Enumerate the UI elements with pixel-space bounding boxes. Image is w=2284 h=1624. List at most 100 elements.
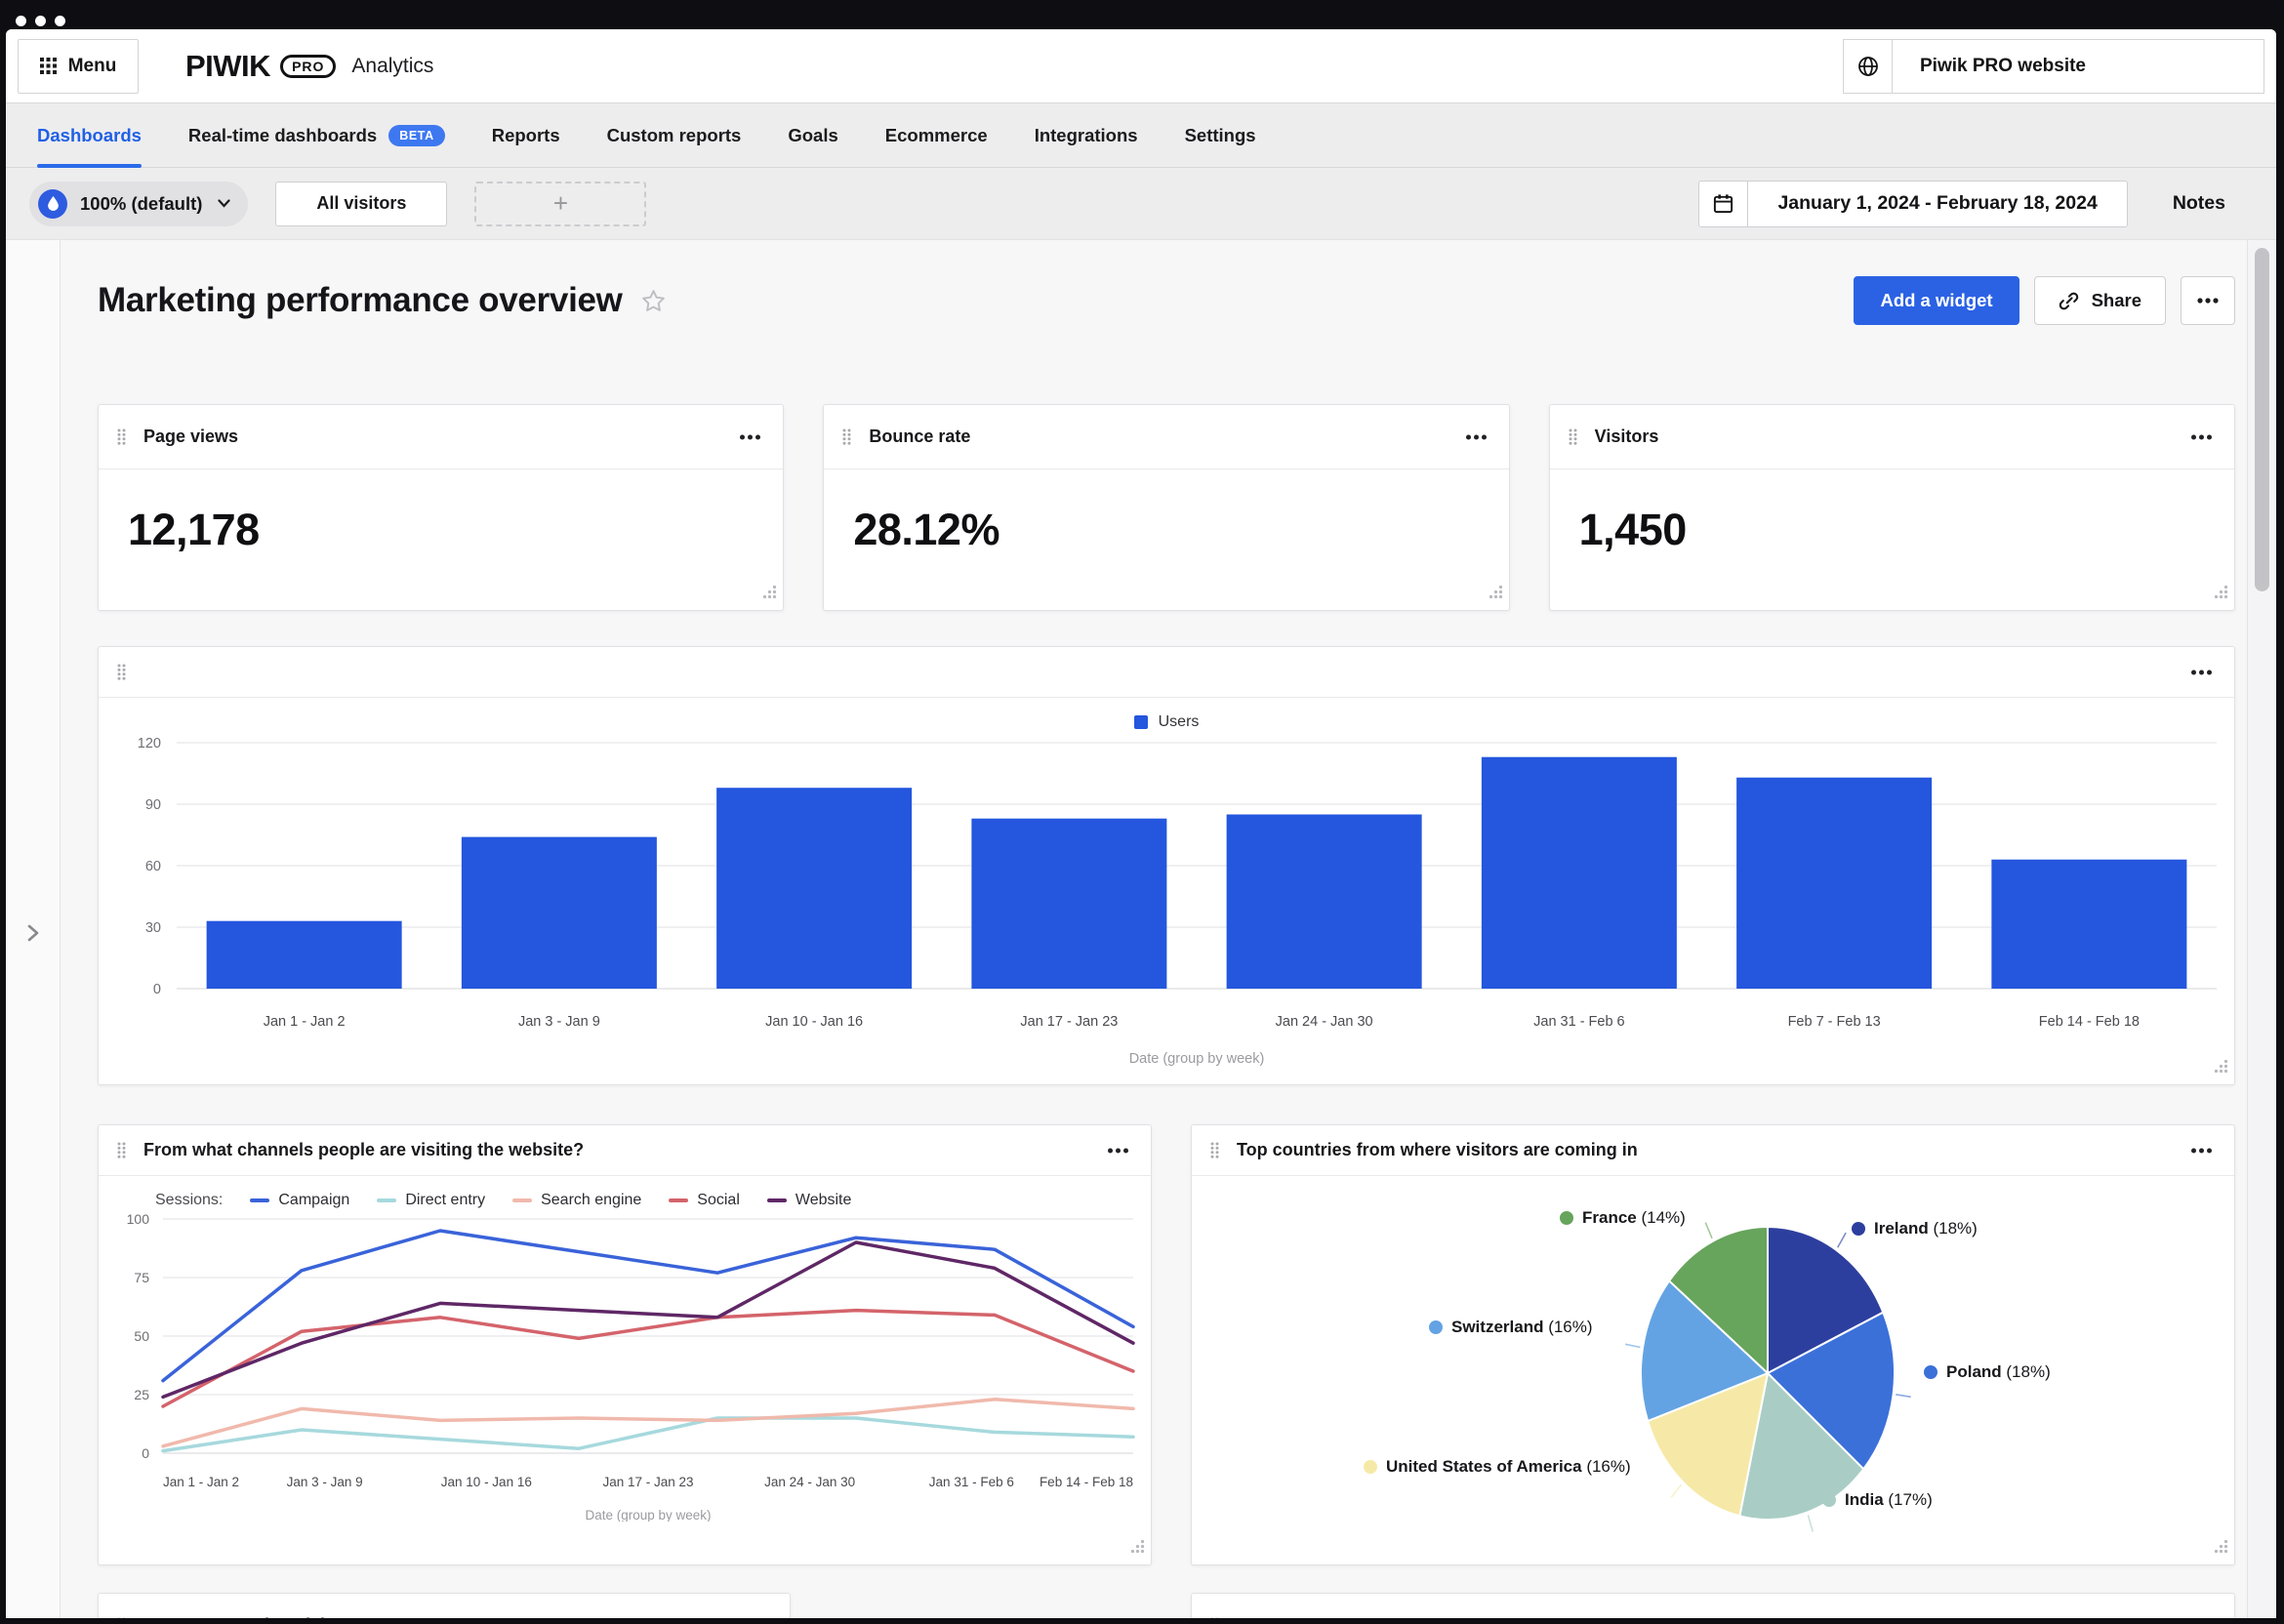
segment-selector[interactable]: 100% (default) — [29, 182, 248, 226]
legend-item-search-engine[interactable]: Search engine — [512, 1192, 641, 1209]
tab-ecommerce[interactable]: Ecommerce — [885, 103, 988, 167]
resize-grip-icon[interactable] — [761, 584, 778, 605]
drag-handle-icon[interactable] — [1209, 1616, 1221, 1619]
beta-badge: BETA — [388, 125, 445, 146]
website-selector[interactable]: Piwik PRO website — [1843, 39, 2264, 94]
kpi-value: 28.12% — [853, 505, 1508, 555]
widget-more-button[interactable] — [742, 1617, 772, 1618]
resize-grip-icon[interactable] — [1129, 1538, 1146, 1560]
resize-grip-icon[interactable] — [2213, 1058, 2229, 1079]
legend-label: Direct entry — [405, 1192, 485, 1209]
resize-grip-icon[interactable] — [2213, 584, 2229, 605]
kpi-row: Page views12,178Bounce rate28.12%Visitor… — [98, 404, 2235, 611]
bottom-widgets-row: New vs. returning visitors — [98, 1593, 2235, 1618]
dashboard-more-button[interactable] — [2181, 276, 2235, 325]
sidebar-rail — [6, 240, 61, 1618]
scrollbar-thumb[interactable] — [2255, 248, 2269, 591]
resize-grip-icon[interactable] — [2213, 1538, 2229, 1560]
tab-goals[interactable]: Goals — [788, 103, 837, 167]
users-bar-chart: 0306090120Jan 1 - Jan 2Jan 3 - Jan 9Jan … — [99, 731, 2236, 1071]
widget-header — [99, 647, 2234, 698]
dashboard-title-row: Marketing performance overview Add a wid… — [98, 275, 2235, 326]
grid-menu-icon — [40, 58, 57, 74]
svg-text:25: 25 — [134, 1387, 149, 1402]
notes-button[interactable]: Notes — [2173, 192, 2225, 215]
bottom-right-widget — [1191, 1593, 2235, 1618]
legend-label: Website — [795, 1192, 852, 1209]
all-visitors-button[interactable]: All visitors — [275, 182, 447, 226]
segment-icon — [38, 189, 67, 219]
add-widget-button[interactable]: Add a widget — [1854, 276, 2019, 325]
svg-text:Jan 24 - Jan 30: Jan 24 - Jan 30 — [764, 1475, 855, 1489]
svg-text:Jan 17 - Jan 23: Jan 17 - Jan 23 — [602, 1475, 693, 1489]
tab-dashboards[interactable]: Dashboards — [37, 103, 142, 167]
resize-grip-icon[interactable] — [1488, 584, 1504, 605]
countries-pie-widget: Top countries from where visitors are co… — [1191, 1124, 2235, 1565]
dashboard-canvas: Marketing performance overview Add a wid… — [6, 240, 2276, 1618]
widget-more-button[interactable] — [2186, 1617, 2217, 1618]
app-header: Menu PIWIK PRO Analytics Piwik PRO websi… — [6, 29, 2276, 103]
add-segment-button[interactable]: + — [474, 182, 646, 226]
tab-integrations[interactable]: Integrations — [1035, 103, 1138, 167]
svg-text:Jan 17 - Jan 23: Jan 17 - Jan 23 — [1020, 1014, 1118, 1030]
window-control-dot[interactable] — [55, 16, 65, 26]
legend-item-campaign[interactable]: Campaign — [250, 1192, 349, 1209]
widget-header: Page views — [99, 405, 783, 469]
widget-more-button[interactable] — [735, 429, 765, 445]
window-control-dot[interactable] — [35, 16, 46, 26]
svg-text:Jan 31 - Feb 6: Jan 31 - Feb 6 — [929, 1475, 1014, 1489]
legend-item-social[interactable]: Social — [669, 1192, 740, 1209]
drag-handle-icon[interactable] — [841, 427, 853, 446]
svg-text:120: 120 — [138, 736, 161, 751]
tab-reports[interactable]: Reports — [492, 103, 560, 167]
tab-settings[interactable]: Settings — [1185, 103, 1256, 167]
widget-more-button[interactable] — [1103, 1143, 1133, 1158]
widget-more-button[interactable] — [2186, 429, 2217, 445]
svg-text:Date (group by week): Date (group by week) — [585, 1508, 711, 1522]
drag-handle-icon[interactable] — [116, 427, 128, 446]
countries-pie-chart — [1192, 1176, 2234, 1563]
scrollbar — [2247, 240, 2276, 1618]
legend-swatch — [669, 1198, 688, 1202]
new-vs-returning-widget: New vs. returning visitors — [98, 1593, 791, 1618]
menu-button[interactable]: Menu — [18, 39, 139, 94]
share-button[interactable]: Share — [2034, 276, 2166, 325]
share-label: Share — [2092, 290, 2141, 311]
app-window: Menu PIWIK PRO Analytics Piwik PRO websi… — [0, 0, 2284, 1624]
legend-swatch — [512, 1198, 532, 1202]
drag-handle-icon[interactable] — [116, 663, 128, 681]
favorite-star-icon[interactable] — [640, 288, 667, 314]
svg-text:Jan 24 - Jan 30: Jan 24 - Jan 30 — [1276, 1014, 1373, 1030]
brand-wordmark: PIWIK — [185, 49, 270, 84]
widget-more-button[interactable] — [2186, 665, 2217, 680]
svg-text:30: 30 — [145, 920, 161, 936]
widget-title: New vs. returning visitors — [143, 1615, 358, 1619]
brand-product: Analytics — [351, 55, 433, 78]
drag-handle-icon[interactable] — [116, 1141, 128, 1159]
widget-more-button[interactable] — [1461, 429, 1491, 445]
svg-text:Feb 7 - Feb 13: Feb 7 - Feb 13 — [1788, 1014, 1881, 1030]
legend-item-direct-entry[interactable]: Direct entry — [377, 1192, 485, 1209]
legend-item-website[interactable]: Website — [767, 1192, 852, 1209]
date-range-picker[interactable]: January 1, 2024 - February 18, 2024 — [1698, 181, 2127, 227]
drag-handle-icon[interactable] — [1209, 1141, 1221, 1159]
tab-custom-reports[interactable]: Custom reports — [607, 103, 742, 167]
widget-title: Top countries from where visitors are co… — [1237, 1140, 1638, 1160]
kpi-value: 1,450 — [1579, 505, 2234, 555]
bar-chart-legend: Users — [99, 713, 2234, 731]
expand-sidebar-chevron-icon[interactable] — [27, 923, 39, 948]
brand-pro-badge: PRO — [280, 55, 336, 78]
line-chart-legend: Sessions:CampaignDirect entrySearch engi… — [155, 1192, 1151, 1209]
window-control-dot[interactable] — [16, 16, 26, 26]
tab-real-time-dashboards[interactable]: Real-time dashboardsBETA — [188, 103, 445, 167]
website-selector-label: Piwik PRO website — [1893, 56, 2264, 77]
legend-swatch — [1134, 715, 1148, 729]
legend-label: Social — [697, 1192, 740, 1209]
tab-label: Integrations — [1035, 125, 1138, 146]
widget-more-button[interactable] — [2186, 1143, 2217, 1158]
drag-handle-icon[interactable] — [1568, 427, 1579, 446]
date-range-label: January 1, 2024 - February 18, 2024 — [1748, 192, 2126, 215]
globe-icon — [1844, 40, 1893, 93]
drag-handle-icon[interactable] — [116, 1616, 128, 1619]
chevron-down-icon — [218, 199, 230, 208]
